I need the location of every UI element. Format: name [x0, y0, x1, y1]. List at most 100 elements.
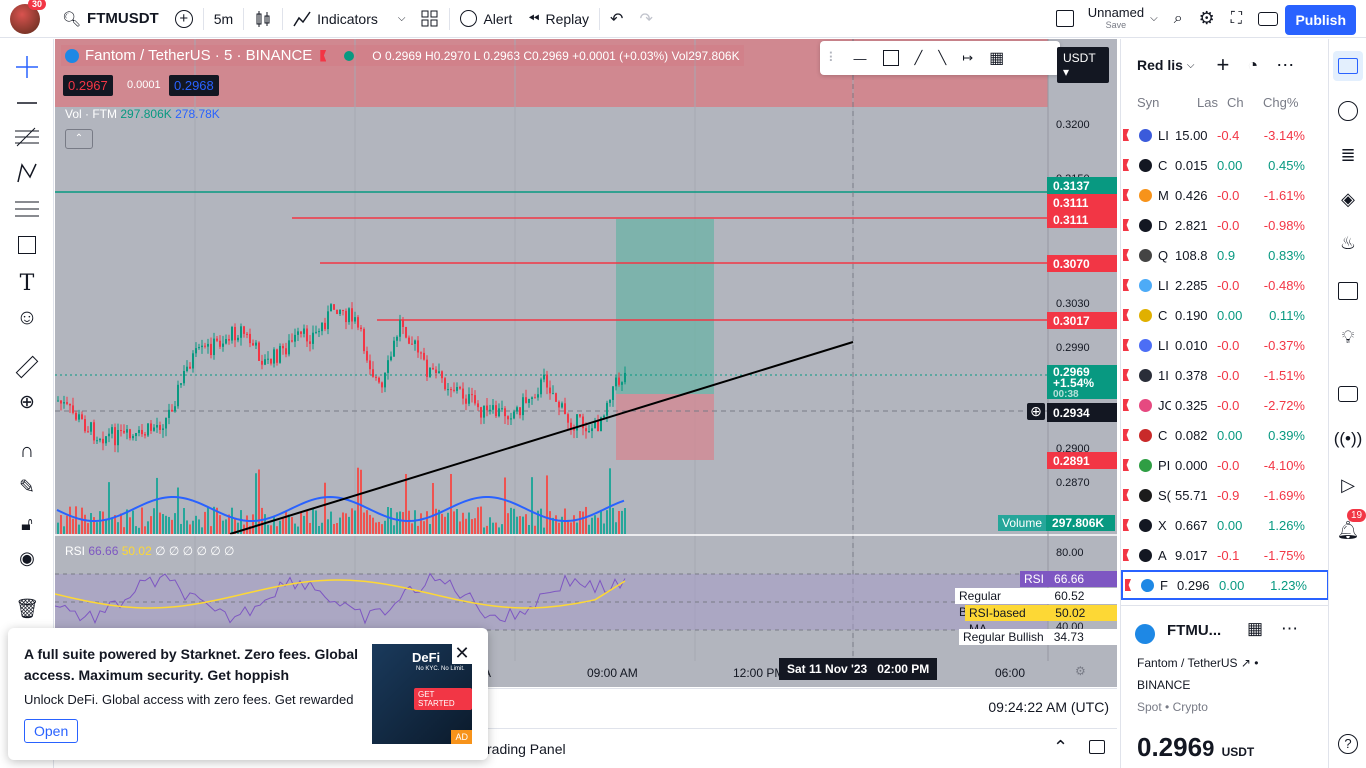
- chevron-up-icon[interactable]: ⌃: [1053, 737, 1068, 758]
- help-tab[interactable]: ?: [1333, 729, 1363, 759]
- close-icon[interactable]: ✕: [452, 644, 472, 664]
- watchlist-row[interactable]: JC 0.325 -0.0 -2.72%: [1121, 390, 1329, 420]
- remove-drawings-tool[interactable]: 🗑︎: [13, 595, 41, 623]
- utc-clock[interactable]: 09:24:22 AM (UTC): [988, 699, 1109, 715]
- watchlist-row[interactable]: F 0.296 0.00 1.23%: [1121, 570, 1329, 600]
- watchlist-title[interactable]: Red lis: [1137, 57, 1183, 73]
- redo-button[interactable]: ↷: [631, 0, 660, 38]
- notifications-tab[interactable]: 🔔︎ 19: [1333, 509, 1366, 545]
- chart-area[interactable]: Fantom / TetherUS · 5 · BINANCE O 0.2969…: [55, 39, 1117, 687]
- streams-tab[interactable]: ((•)): [1333, 424, 1363, 454]
- ray-icon[interactable]: ╱: [915, 50, 923, 66]
- pattern-tool[interactable]: [13, 159, 41, 187]
- path-icon[interactable]: ╲: [938, 50, 946, 66]
- fib-tool[interactable]: [13, 123, 41, 151]
- calendar-tab[interactable]: [1333, 276, 1363, 306]
- emoji-tool[interactable]: ☺︎: [13, 304, 41, 332]
- chart-type-button[interactable]: [246, 0, 280, 38]
- shapes-tool[interactable]: [13, 231, 41, 259]
- layout-button[interactable]: Unnamed Save ⌵: [1048, 0, 1166, 38]
- table-icon[interactable]: ▦: [989, 48, 1004, 68]
- settings-button[interactable]: ⚙︎: [1191, 0, 1223, 38]
- currency-button[interactable]: USDT ▾: [1057, 47, 1109, 83]
- ruler-tool[interactable]: [13, 353, 41, 381]
- alert-button[interactable]: Alert: [452, 0, 520, 38]
- collapse-legend-button[interactable]: ⌃: [65, 129, 93, 149]
- avatar[interactable]: 30: [10, 0, 47, 34]
- magnet-tool[interactable]: ∩: [13, 437, 41, 465]
- watchlist-row[interactable]: 1I 0.378 -0.0 -1.51%: [1121, 360, 1329, 390]
- quick-search-button[interactable]: ⌕: [1166, 0, 1191, 38]
- zoom-tool[interactable]: ⊕: [13, 388, 41, 416]
- object-tree-tab[interactable]: ≣: [1333, 140, 1363, 170]
- crosshair-tool[interactable]: [13, 53, 41, 81]
- symbol-search[interactable]: 🔍︎ FTMUSDT: [54, 0, 167, 38]
- hide-drawings-tool[interactable]: ◉: [13, 544, 41, 572]
- watchlist-row[interactable]: X 0.667 0.00 1.26%: [1121, 510, 1329, 540]
- col-last[interactable]: Las: [1197, 95, 1227, 115]
- watchlist-row[interactable]: D 2.821 -0.0 -0.98%: [1121, 210, 1329, 240]
- chats-tab[interactable]: [1333, 379, 1363, 409]
- stay-in-drawing-tool[interactable]: ✎: [13, 473, 41, 501]
- alerts-tab[interactable]: [1333, 96, 1363, 126]
- coin-icon: [1139, 338, 1152, 352]
- templates-button[interactable]: [413, 0, 447, 38]
- drag-handle-icon[interactable]: ⠇: [828, 50, 838, 66]
- open-button[interactable]: Open: [24, 719, 79, 743]
- watchlist-row[interactable]: C 0.082 0.00 0.39%: [1121, 420, 1329, 450]
- watchlist-tab[interactable]: [1333, 51, 1363, 81]
- sell-button[interactable]: 0.2967: [63, 75, 113, 96]
- chevron-down-icon[interactable]: ⌵: [1187, 60, 1195, 71]
- detail-symbol[interactable]: FTMU...: [1167, 622, 1221, 639]
- interval-button[interactable]: 5m: [206, 0, 241, 38]
- watchlist-row[interactable]: LI 15.00 -0.4 -3.14%: [1121, 120, 1329, 150]
- date-range-icon[interactable]: ↦: [962, 50, 973, 66]
- lock-drawings-tool[interactable]: 🔓︎: [13, 510, 41, 538]
- hotlists-tab[interactable]: ♨︎: [1333, 228, 1363, 258]
- ideas-stream-tab[interactable]: ▷: [1333, 470, 1363, 500]
- grid-icon[interactable]: ▦: [1247, 619, 1263, 639]
- compare-button[interactable]: +: [167, 0, 201, 38]
- watchlist-row[interactable]: LI 2.285 -0.0 -0.48%: [1121, 270, 1329, 300]
- col-symbol[interactable]: Syn: [1137, 95, 1187, 115]
- col-chgpct[interactable]: Chg%: [1263, 95, 1303, 115]
- chart-settings-icon[interactable]: ⚙︎: [1075, 664, 1086, 678]
- advanced-view-icon[interactable]: ◔: [1247, 55, 1258, 76]
- ideas-tab[interactable]: 💡︎: [1333, 322, 1363, 352]
- watchlist-row[interactable]: A 9.017 -0.1 -1.75%: [1121, 540, 1329, 570]
- symbol-legend[interactable]: Fantom / TetherUS · 5 · BINANCE O 0.2969…: [61, 45, 744, 66]
- maximize-panel-icon[interactable]: [1089, 740, 1105, 754]
- watchlist-row[interactable]: S(55.71 -0.9 -1.69%: [1121, 480, 1329, 510]
- candle: [195, 348, 197, 354]
- volume-bar: [576, 522, 578, 534]
- layers-tab[interactable]: ◈: [1333, 184, 1363, 214]
- more-icon[interactable]: ⋯: [1281, 619, 1298, 639]
- replay-button[interactable]: ⏪︎ Replay: [520, 0, 597, 38]
- fullscreen-button[interactable]: ⛶: [1223, 0, 1250, 38]
- text-tool[interactable]: T: [13, 269, 41, 297]
- volume-bar: [198, 519, 200, 534]
- horizontal-line-icon[interactable]: —: [854, 51, 867, 66]
- indicators-button[interactable]: Indicators ⌵: [285, 0, 413, 38]
- watchlist-row[interactable]: PI 0.000 -0.0 -4.10%: [1121, 450, 1329, 480]
- prediction-tool[interactable]: [13, 195, 41, 223]
- row-chg: 0.9: [1217, 247, 1236, 263]
- buy-button[interactable]: 0.2968: [169, 75, 219, 96]
- watchlist-row[interactable]: LI 0.010 -0.0 -0.37%: [1121, 330, 1329, 360]
- snapshot-button[interactable]: [1250, 0, 1286, 38]
- watchlist-row[interactable]: C 0.190 0.00 0.11%: [1121, 300, 1329, 330]
- crosshair-add-button[interactable]: ⊕: [1027, 403, 1045, 420]
- watchlist-row[interactable]: Q 108.8 0.9 0.83%: [1121, 240, 1329, 270]
- col-chg[interactable]: Ch: [1227, 95, 1257, 115]
- watchlist-row[interactable]: C 0.015 0.00 0.45%: [1121, 150, 1329, 180]
- more-icon[interactable]: ⋯: [1276, 55, 1294, 76]
- candle: [66, 402, 68, 404]
- trend-line-tool[interactable]: [13, 89, 41, 117]
- publish-button[interactable]: Publish: [1285, 5, 1356, 35]
- external-link-icon[interactable]: ↗: [1241, 656, 1251, 670]
- rectangle-icon[interactable]: [882, 50, 899, 66]
- calendar-icon: [1338, 282, 1358, 300]
- undo-button[interactable]: ↶: [602, 0, 631, 38]
- add-symbol-icon[interactable]: +: [1217, 52, 1230, 78]
- watchlist-row[interactable]: M 0.426 -0.0 -1.61%: [1121, 180, 1329, 210]
